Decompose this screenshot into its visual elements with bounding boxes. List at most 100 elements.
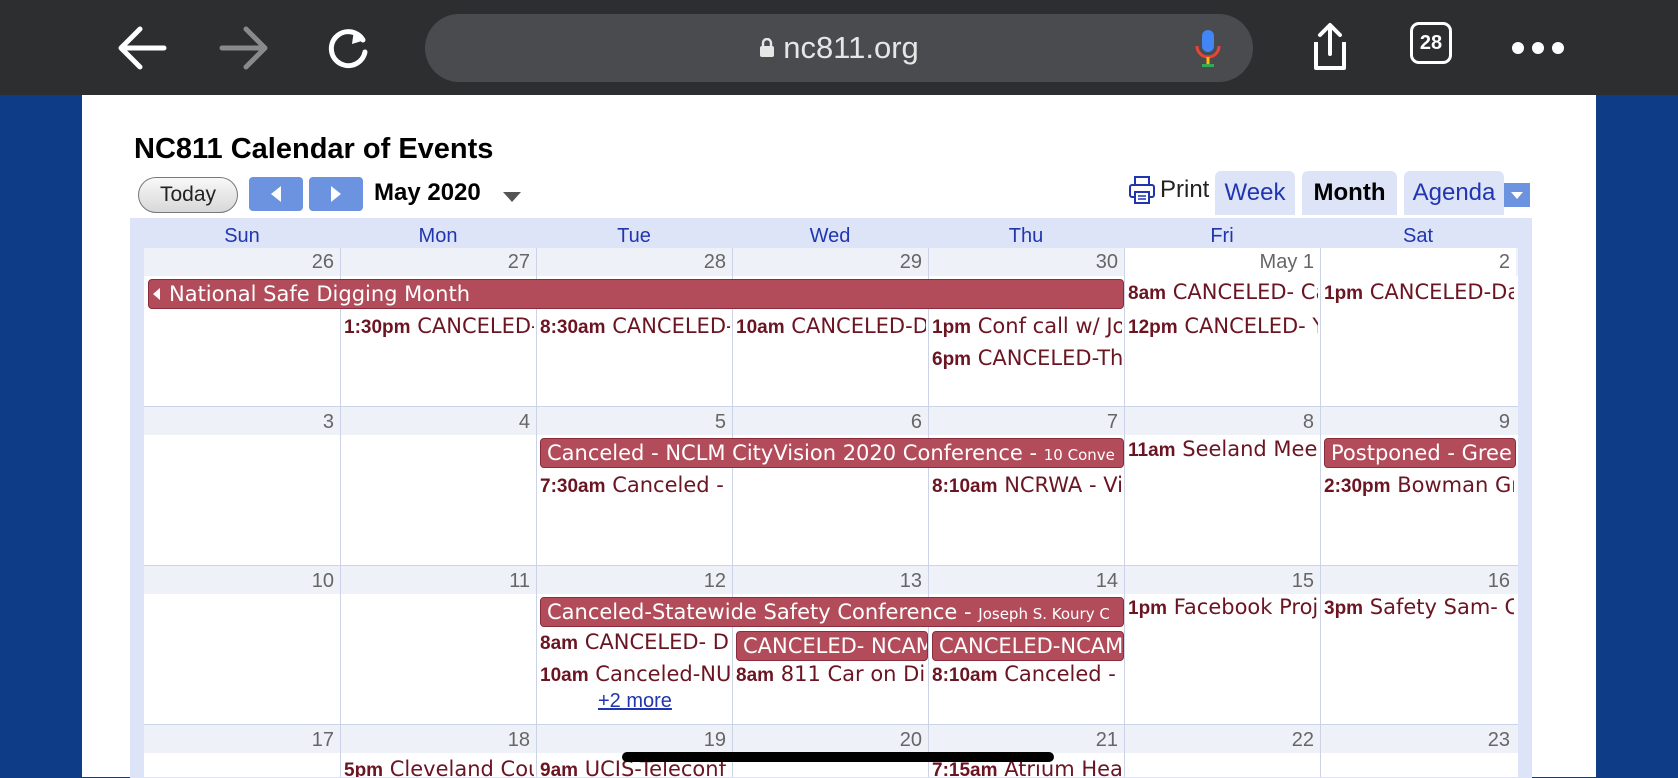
day-number[interactable]: 3 [144,411,334,434]
event-item[interactable]: 7:30am Canceled - [540,473,730,498]
day-number[interactable]: 16 [1320,570,1510,593]
event-title: Safety Sam- C [1369,595,1514,619]
day-number[interactable]: 20 [732,729,922,752]
event-item[interactable]: 8am 811 Car on Dis [736,662,926,687]
event-item[interactable]: 5pm Cleveland Cou [344,757,534,777]
event-item[interactable]: 1:30pm CANCELED- [344,314,534,339]
day-number[interactable]: May 1 [1124,251,1314,274]
back-arrow-icon[interactable] [112,18,172,78]
tab-agenda[interactable]: Agenda [1404,171,1504,215]
event-bar[interactable]: CANCELED- NCAM [736,631,928,661]
chevron-down-icon [1511,191,1523,199]
home-indicator[interactable] [622,752,1054,762]
day-number[interactable]: 8 [1124,411,1314,434]
reload-icon[interactable] [318,18,378,78]
view-dropdown[interactable] [1504,183,1530,207]
day-number[interactable]: 28 [536,251,726,274]
event-bar[interactable]: Canceled-Statewide Safety Conference - J… [540,597,1124,627]
day-number[interactable]: 27 [340,251,530,274]
event-item[interactable]: 12pm CANCELED- Y [1128,314,1318,339]
event-bar-title: CANCELED-NCAM [939,634,1124,658]
share-icon[interactable] [1300,18,1360,78]
day-number[interactable]: 23 [1320,729,1510,752]
day-number[interactable]: 12 [536,570,726,593]
tabs-icon[interactable]: 28 [1410,22,1452,64]
day-number[interactable]: 29 [732,251,922,274]
day-number[interactable]: 26 [144,251,334,274]
date-picker-dropdown[interactable] [502,190,522,208]
event-title: Canceled - [1004,662,1116,686]
event-item[interactable]: 2:30pm Bowman Gr [1324,473,1514,498]
page-content: NC811 Calendar of Events Today May 2020 … [82,95,1596,778]
event-item[interactable]: 10am CANCELED-D [736,314,926,339]
event-bar[interactable]: Canceled - NCLM CityVision 2020 Conferen… [540,438,1124,468]
chevron-down-icon [503,192,521,202]
address-bar[interactable]: nc811.org [425,14,1253,82]
day-number[interactable]: 4 [340,411,530,434]
event-item[interactable]: 1pm CANCELED-Da [1324,280,1514,305]
event-item[interactable]: 3pm Safety Sam- C [1324,595,1514,620]
day-number[interactable]: 2 [1320,251,1510,274]
day-number[interactable]: 17 [144,729,334,752]
divider [1124,248,1125,777]
day-number[interactable]: 18 [340,729,530,752]
weekday-header: Sat [1402,225,1434,247]
event-title: Canceled - [612,473,724,497]
today-button[interactable]: Today [138,177,238,213]
continues-left-icon [153,288,160,300]
event-time: 2:30pm [1324,476,1391,497]
day-number[interactable]: 21 [928,729,1118,752]
previous-month-button[interactable] [249,177,303,211]
event-bar[interactable]: Postponed - Gree [1324,438,1516,468]
day-number[interactable]: 6 [732,411,922,434]
event-item[interactable]: 8:10am NCRWA - Vi [932,473,1122,498]
browser-toolbar: nc811.org 28 [0,0,1678,95]
event-title: Bowman Gr [1397,473,1514,497]
forward-arrow-icon[interactable] [214,18,274,78]
divider [144,565,1518,566]
weekday-header: Wed [809,225,851,247]
event-time: 5pm [344,760,384,777]
next-month-button[interactable] [309,177,363,211]
event-time: 1pm [1324,283,1364,304]
day-number[interactable]: 11 [340,570,530,593]
divider [536,248,537,777]
event-item[interactable]: 8:30am CANCELED- [540,314,730,339]
day-number[interactable]: 30 [928,251,1118,274]
event-item[interactable]: 8am CANCELED- Do [540,630,730,655]
event-time: 10am [736,317,785,338]
event-item[interactable]: 8am CANCELED- Ca [1128,280,1318,305]
event-item[interactable]: 6pm CANCELED-Th [932,346,1122,371]
day-number[interactable]: 7 [928,411,1118,434]
day-number[interactable]: 14 [928,570,1118,593]
event-bar[interactable]: CANCELED-NCAM [932,631,1124,661]
event-title: Conf call w/ Jo [977,314,1122,338]
tab-week[interactable]: Week [1215,171,1295,215]
event-item[interactable]: 11am Seeland Meet [1128,437,1318,462]
event-bar[interactable]: National Safe Digging Month [148,279,1124,309]
day-number[interactable]: 10 [144,570,334,593]
day-number[interactable]: 9 [1320,411,1510,434]
event-item[interactable]: 1pm Conf call w/ Jo [932,314,1122,339]
event-title: 811 Car on Dis [780,662,926,686]
microphone-icon[interactable] [1193,28,1223,73]
more-events-link[interactable]: +2 more [598,690,672,713]
day-number[interactable]: 15 [1124,570,1314,593]
divider [340,248,341,777]
day-number[interactable]: 5 [536,411,726,434]
event-item[interactable]: 1pm Facebook Proj [1128,595,1318,620]
event-time: 11am [1128,440,1176,461]
tab-month[interactable]: Month [1302,171,1397,215]
more-icon[interactable] [1508,18,1568,78]
event-time: 8:10am [932,665,998,686]
day-number[interactable]: 22 [1124,729,1314,752]
month-grid: 26 27 28 29 30 May 1 2 National Safe Dig… [144,248,1518,777]
event-item[interactable]: 8:10am Canceled - [932,662,1122,687]
event-title: CANCELED- [612,314,730,338]
lock-icon [760,38,775,57]
print-button[interactable]: Print [1128,175,1209,205]
day-number[interactable]: 19 [536,729,726,752]
day-number[interactable]: 13 [732,570,922,593]
event-item[interactable]: 10am Canceled-NUC [540,662,730,687]
event-time: 12pm [1128,317,1178,338]
